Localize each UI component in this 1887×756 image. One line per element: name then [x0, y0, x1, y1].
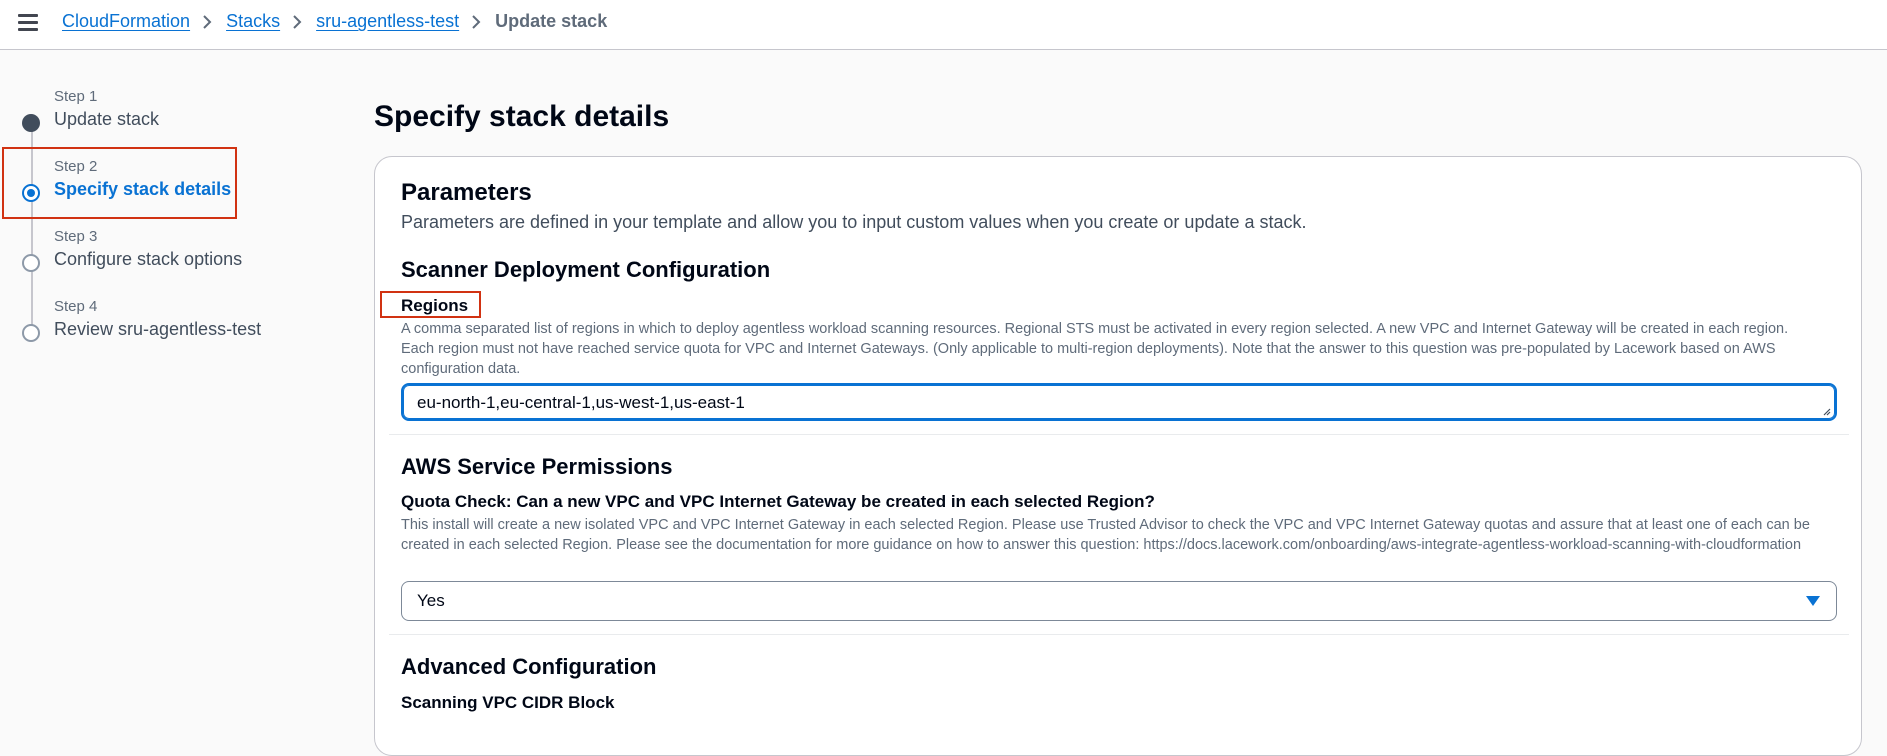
page-title: Specify stack details [374, 100, 670, 133]
advanced-heading: Advanced Configuration [401, 654, 657, 679]
section-divider [389, 634, 1849, 635]
breadcrumb: CloudFormation Stacks sru-agentless-test… [62, 11, 607, 32]
step-title: Update stack [54, 109, 160, 129]
chevron-right-icon [202, 12, 214, 32]
caret-down-icon [1806, 596, 1820, 606]
breadcrumb-stacks[interactable]: Stacks [226, 11, 280, 32]
menu-icon[interactable] [18, 14, 38, 32]
resize-grip-icon[interactable] [1821, 406, 1831, 416]
chevron-right-icon [471, 12, 483, 32]
quota-check-label: Quota Check: Can a new VPC and VPC Inter… [401, 492, 1155, 511]
quota-check-select[interactable]: Yes [401, 581, 1837, 621]
step-number: Step 4 [54, 298, 98, 315]
top-bar: CloudFormation Stacks sru-agentless-test… [0, 0, 1887, 50]
step-number: Step 3 [54, 228, 98, 245]
quota-check-value: Yes [417, 591, 445, 610]
parameters-panel: Parameters Parameters are defined in you… [374, 156, 1862, 756]
scanner-config-heading: Scanner Deployment Configuration [401, 257, 771, 282]
step-pending-icon [22, 254, 40, 272]
step-title: Configure stack options [54, 249, 243, 269]
breadcrumb-current: Update stack [495, 11, 608, 31]
regions-input[interactable]: eu-north-1,eu-central-1,us-west-1,us-eas… [401, 383, 1837, 421]
regions-value: eu-north-1,eu-central-1,us-west-1,us-eas… [417, 393, 745, 412]
permissions-heading: AWS Service Permissions [401, 454, 673, 479]
step-pending-icon [22, 324, 40, 342]
chevron-right-icon [292, 12, 304, 32]
parameters-description: Parameters are defined in your template … [401, 212, 1307, 232]
quota-check-help: This install will create a new isolated … [401, 517, 1810, 553]
parameters-heading: Parameters [401, 179, 532, 206]
step-3[interactable]: Step 3 Configure stack options [54, 228, 242, 270]
breadcrumb-stack-name[interactable]: sru-agentless-test [316, 11, 459, 32]
step-title: Review sru-agentless-test [54, 319, 262, 339]
step-done-icon [22, 114, 40, 132]
cidr-label: Scanning VPC CIDR Block [401, 693, 615, 712]
regions-help: A comma separated list of regions in whi… [401, 321, 1789, 377]
step-1[interactable]: Step 1 Update stack [54, 88, 159, 130]
breadcrumb-cloudformation[interactable]: CloudFormation [62, 11, 190, 32]
regions-highlight-box [380, 291, 481, 318]
step-highlight-box [2, 147, 237, 219]
step-4[interactable]: Step 4 Review sru-agentless-test [54, 298, 261, 340]
section-divider [389, 434, 1849, 435]
step-number: Step 1 [54, 88, 98, 105]
